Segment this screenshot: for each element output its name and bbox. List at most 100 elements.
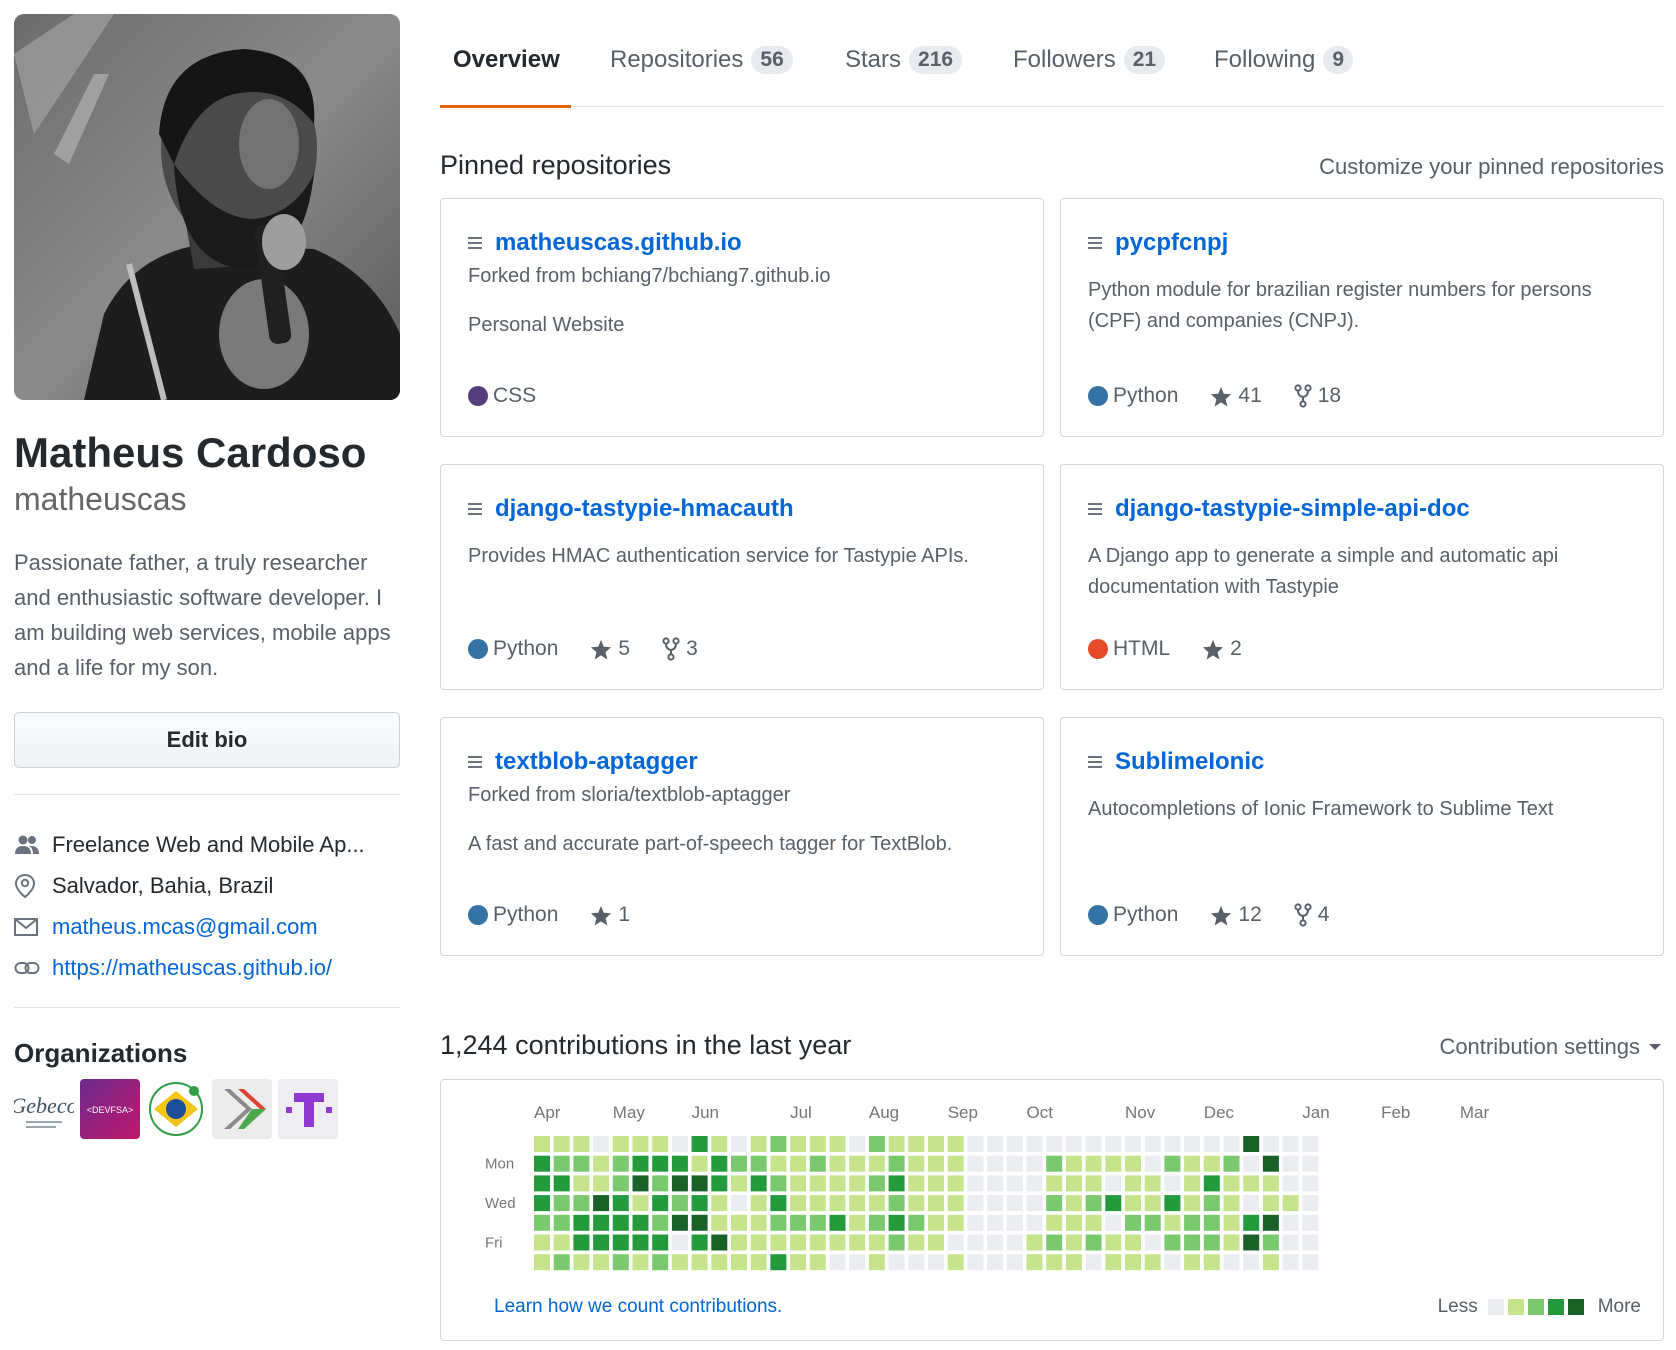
contribution-day[interactable] <box>711 1234 728 1251</box>
contribution-day[interactable] <box>928 1155 944 1172</box>
contribution-day[interactable] <box>711 1136 728 1152</box>
contribution-day[interactable] <box>1065 1136 1082 1152</box>
edit-bio-button[interactable]: Edit bio <box>14 711 400 768</box>
contribution-day[interactable] <box>534 1254 550 1271</box>
contribution-day[interactable] <box>1203 1254 1220 1271</box>
contribution-day[interactable] <box>967 1155 984 1172</box>
contribution-day[interactable] <box>731 1214 747 1231</box>
contribution-day[interactable] <box>888 1214 905 1231</box>
contribution-day[interactable] <box>928 1195 944 1212</box>
contribution-day[interactable] <box>947 1136 964 1152</box>
contribution-day[interactable] <box>553 1136 570 1152</box>
contribution-day[interactable] <box>1065 1234 1082 1251</box>
repo-stars[interactable]: 41 <box>1210 384 1262 408</box>
contribution-day[interactable] <box>1203 1195 1220 1212</box>
contribution-day[interactable] <box>612 1195 629 1212</box>
contribution-day[interactable] <box>1203 1136 1220 1152</box>
contribution-day[interactable] <box>1262 1254 1279 1271</box>
contribution-day[interactable] <box>908 1214 925 1231</box>
contribution-day[interactable] <box>750 1214 767 1231</box>
contribution-day[interactable] <box>770 1155 787 1172</box>
contribution-day[interactable] <box>573 1155 590 1172</box>
contribution-day[interactable] <box>1223 1136 1240 1152</box>
tab-repositories[interactable]: Repositories 56 <box>610 44 793 76</box>
contribution-day[interactable] <box>593 1175 610 1192</box>
tab-overview[interactable]: Overview <box>453 44 560 76</box>
contribution-day[interactable] <box>1105 1155 1122 1172</box>
contribution-day[interactable] <box>671 1155 688 1172</box>
contribution-day[interactable] <box>593 1234 610 1251</box>
contribution-day[interactable] <box>947 1175 964 1192</box>
contribution-day[interactable] <box>1006 1234 1023 1251</box>
contribution-day[interactable] <box>691 1155 708 1172</box>
contribution-day[interactable] <box>829 1254 846 1271</box>
contribution-day[interactable] <box>770 1175 787 1192</box>
contribution-day[interactable] <box>652 1214 669 1231</box>
contribution-day[interactable] <box>868 1155 885 1172</box>
contribution-day[interactable] <box>652 1234 669 1251</box>
contribution-day[interactable] <box>1144 1155 1161 1172</box>
contribution-day[interactable] <box>652 1155 669 1172</box>
contribution-day[interactable] <box>1184 1155 1201 1172</box>
contribution-day[interactable] <box>1164 1234 1181 1251</box>
contribution-day[interactable] <box>652 1136 669 1152</box>
contribution-day[interactable] <box>1282 1136 1299 1152</box>
repo-stars[interactable]: 5 <box>590 637 630 661</box>
contribution-day[interactable] <box>534 1175 550 1192</box>
contribution-day[interactable] <box>1085 1136 1102 1152</box>
contribution-day[interactable] <box>612 1254 629 1271</box>
contribution-day[interactable] <box>967 1195 984 1212</box>
contribution-day[interactable] <box>711 1254 728 1271</box>
contribution-day[interactable] <box>1046 1155 1063 1172</box>
contribution-day[interactable] <box>1262 1195 1279 1212</box>
contribution-day[interactable] <box>849 1234 866 1251</box>
contribution-day[interactable] <box>829 1136 846 1152</box>
contribution-day[interactable] <box>1164 1155 1181 1172</box>
repo-name-link[interactable]: pycpfcnpj <box>1115 229 1228 257</box>
contribution-day[interactable] <box>1302 1214 1319 1231</box>
contribution-settings-dropdown[interactable]: Contribution settings <box>1439 1034 1664 1060</box>
contribution-day[interactable] <box>809 1234 826 1251</box>
contribution-day[interactable] <box>573 1214 590 1231</box>
contribution-day[interactable] <box>987 1234 1004 1251</box>
gdg-logo[interactable] <box>212 1078 272 1139</box>
contribution-day[interactable] <box>1125 1175 1141 1192</box>
contribution-day[interactable] <box>928 1254 944 1271</box>
contribution-day[interactable] <box>1223 1155 1240 1172</box>
contribution-day[interactable] <box>1203 1234 1220 1251</box>
contribution-day[interactable] <box>1026 1234 1043 1251</box>
contribution-day[interactable] <box>809 1155 826 1172</box>
contribution-day[interactable] <box>849 1214 866 1231</box>
contribution-day[interactable] <box>1223 1175 1240 1192</box>
contribution-day[interactable] <box>593 1254 610 1271</box>
contribution-day[interactable] <box>1144 1234 1161 1251</box>
contribution-day[interactable] <box>888 1254 905 1271</box>
contribution-day[interactable] <box>1026 1175 1043 1192</box>
contribution-day[interactable] <box>1184 1195 1201 1212</box>
t-logo[interactable] <box>278 1078 338 1139</box>
contribution-day[interactable] <box>593 1155 610 1172</box>
website-link[interactable]: https://matheuscas.github.io/ <box>52 955 332 981</box>
contribution-day[interactable] <box>809 1214 826 1231</box>
contribution-day[interactable] <box>1282 1254 1299 1271</box>
contribution-day[interactable] <box>1125 1155 1141 1172</box>
contribution-day[interactable] <box>612 1214 629 1231</box>
contribution-day[interactable] <box>731 1254 747 1271</box>
contribution-day[interactable] <box>1065 1254 1082 1271</box>
repo-name-link[interactable]: django-tastypie-hmacauth <box>495 495 794 523</box>
contribution-day[interactable] <box>947 1214 964 1231</box>
contribution-day[interactable] <box>612 1175 629 1192</box>
contribution-day[interactable] <box>1006 1155 1023 1172</box>
contribution-day[interactable] <box>908 1175 925 1192</box>
contribution-day[interactable] <box>1026 1155 1043 1172</box>
contribution-day[interactable] <box>1125 1254 1141 1271</box>
contribution-day[interactable] <box>1282 1234 1299 1251</box>
contribution-day[interactable] <box>671 1234 688 1251</box>
contribution-day[interactable] <box>790 1155 807 1172</box>
contribution-day[interactable] <box>1026 1195 1043 1212</box>
contribution-day[interactable] <box>1144 1136 1161 1152</box>
contribution-day[interactable] <box>1065 1175 1082 1192</box>
contribution-day[interactable] <box>1105 1254 1122 1271</box>
contribution-day[interactable] <box>534 1214 550 1231</box>
contribution-day[interactable] <box>553 1214 570 1231</box>
